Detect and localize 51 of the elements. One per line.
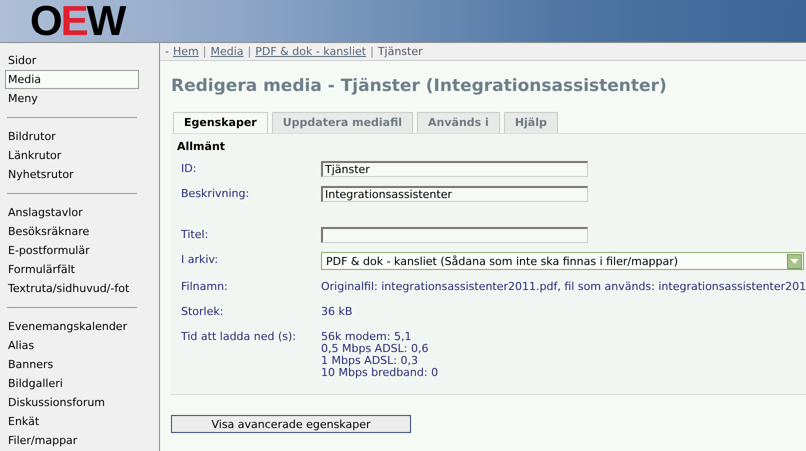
field-value: 0,5 Mbps ADSL: 0,6 <box>321 343 430 355</box>
field-label: Filnamn: <box>180 279 229 295</box>
field-label: Storlek: <box>180 304 224 320</box>
sidebar-item[interactable]: Diskussionsforum <box>5 393 139 412</box>
field-label: Titel: <box>180 227 210 243</box>
field-value: 36 kB <box>321 306 352 318</box>
advanced-properties-button[interactable]: Visa avancerade egenskaper <box>171 415 411 433</box>
breadcrumb-link[interactable]: Hem <box>172 45 199 58</box>
sidebar-item[interactable]: Meny <box>5 89 139 108</box>
sidebar-item[interactable]: Evenemangskalender <box>5 317 139 336</box>
breadcrumb-current: Tjänster <box>378 45 423 58</box>
field-label: Beskrivning: <box>180 186 250 202</box>
breadcrumb-link[interactable]: PDF & dok - kansliet <box>255 45 366 58</box>
tab[interactable]: Används i <box>417 112 500 133</box>
input-field[interactable]: Integrationsassistenter <box>321 186 588 202</box>
sidebar-item[interactable]: Filer/mappar <box>5 431 139 450</box>
input-field[interactable] <box>321 227 588 243</box>
field-value: 1 Mbps ADSL: 0,3 <box>321 355 419 367</box>
page-title: Redigera media - Tjänster (Integrationsassistenter) <box>171 76 668 98</box>
tab[interactable]: Hjälp <box>504 112 558 133</box>
tab[interactable]: Egenskaper <box>173 112 268 133</box>
sidebar-item[interactable]: Besöksräknare <box>5 222 139 241</box>
sidebar-item[interactable]: Textruta/sidhuvud/-fot <box>5 279 139 298</box>
logo: OEW <box>30 0 124 42</box>
field-value: Originalfil: integrationsassistenter2011.pdf, fil som används: integrationsassistenter201 <box>321 281 806 293</box>
input-field[interactable]: Tjänster <box>321 161 588 177</box>
field-value: 10 Mbps bredband: 0 <box>321 367 438 379</box>
sidebar-item[interactable]: E-postformulär <box>5 241 139 260</box>
tab[interactable]: Uppdatera mediafil <box>272 112 414 133</box>
archive-dropdown[interactable]: PDF & dok - kansliet (Sådana som inte ska finnas i filer/mappar) <box>321 252 804 270</box>
sidebar-item[interactable]: Anslagstavlor <box>5 203 139 222</box>
field-label: Tid att ladda ned (s): <box>180 329 298 345</box>
field-value: 56k modem: 5,1 <box>321 331 412 343</box>
sidebar-item[interactable]: Alias <box>5 336 139 355</box>
sidebar-item[interactable]: Bildgalleri <box>5 374 139 393</box>
sidebar-item[interactable]: Banners <box>5 355 139 374</box>
sidebar-item[interactable]: Nyhetsrutor <box>5 165 139 184</box>
breadcrumb-link[interactable]: Media <box>210 45 244 58</box>
sidebar-item[interactable]: Sidor <box>5 51 139 70</box>
field-label: I arkiv: <box>180 252 220 268</box>
sidebar-item[interactable]: Formulärfält <box>5 260 139 279</box>
sidebar-item[interactable]: Enkät <box>5 412 139 431</box>
sidebar-item[interactable]: Media <box>5 70 139 89</box>
section-heading: Allmänt <box>177 140 226 153</box>
breadcrumb-separator: | <box>202 45 206 58</box>
breadcrumb-separator: - <box>165 45 169 58</box>
field-label: ID: <box>180 161 198 177</box>
sidebar-item[interactable]: Bildrutor <box>5 127 139 146</box>
breadcrumb-separator: | <box>370 45 374 58</box>
breadcrumb-separator: | <box>248 45 252 58</box>
sidebar-item[interactable]: Länkrutor <box>5 146 139 165</box>
